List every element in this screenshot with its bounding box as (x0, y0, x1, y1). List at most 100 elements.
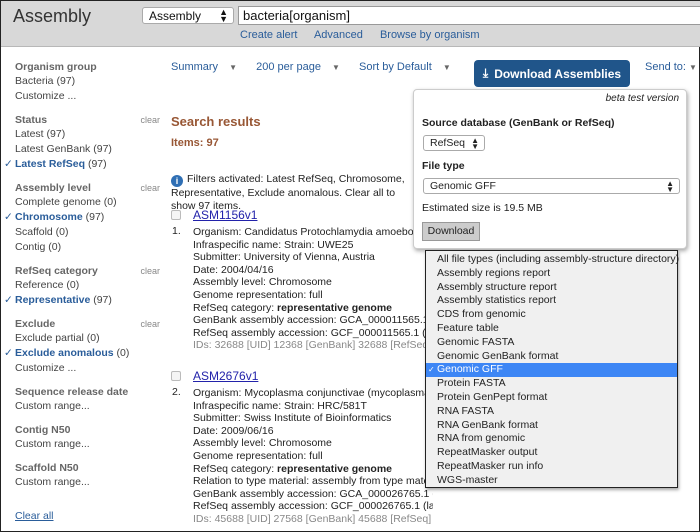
facet-item[interactable]: Custom range... (15, 475, 155, 490)
result-detail-line: Date: 2009/06/16 (193, 424, 274, 437)
result-title-link[interactable]: ASM2676v1 (193, 369, 258, 383)
result-detail-line: RefSeq assembly accession: GCF_000026765… (193, 500, 433, 513)
search-results-title: Search results (171, 114, 261, 129)
download-assemblies-label: Download Assemblies (494, 66, 622, 81)
result-title-link[interactable]: ASM1156v1 (193, 208, 257, 222)
file-type-option[interactable]: RNA from genomic (426, 432, 677, 446)
facet-item[interactable]: Latest RefSeq (97) (4, 157, 155, 172)
facet-item[interactable]: Customize ... (15, 361, 155, 376)
items-count: Items: 97 (171, 137, 219, 149)
facet-title: Contig N50 (15, 423, 155, 437)
facet-item[interactable]: Latest GenBank (97) (15, 142, 155, 157)
send-to-label: Send to: (645, 61, 686, 73)
file-type-option[interactable]: CDS from genomic (426, 308, 677, 322)
result-detail-line: Relation to type material: assembly from… (193, 475, 433, 488)
download-button[interactable]: Download (422, 222, 480, 241)
file-type-option[interactable]: Assembly structure report (426, 281, 677, 295)
facet-item[interactable]: Reference (0) (15, 278, 155, 293)
summary-menu[interactable]: Summary ▼ (171, 61, 245, 73)
facet-item[interactable]: Complete genome (0) (15, 195, 155, 210)
create-alert-link[interactable]: Create alert (240, 29, 297, 41)
facet-item[interactable]: Customize ... (15, 89, 155, 104)
select-arrows-icon: ▲ ▼ (471, 136, 479, 151)
facet-item-label: Custom range... (15, 476, 90, 488)
file-type-option[interactable]: Protein GenPept format (426, 391, 677, 405)
file-type-option[interactable]: Genomic GFF (426, 363, 677, 378)
facet-item[interactable]: Bacteria (97) (15, 74, 155, 89)
facet-item-label: Exclude anomalous (15, 347, 114, 359)
select-arrows-icon: ▲ ▼ (219, 7, 228, 24)
search-input[interactable]: bacteria[organism] (238, 6, 700, 25)
facet-clear-link[interactable]: clear (140, 181, 160, 195)
database-select[interactable]: Assembly ▲ ▼ (142, 7, 234, 24)
file-type-option[interactable]: Genomic FASTA (426, 336, 677, 350)
result-detail-line: Infraspecific name: Strain: UWE25 (193, 238, 354, 251)
facet-item[interactable]: Scaffold (0) (15, 225, 155, 240)
facet-title: Scaffold N50 (15, 461, 155, 475)
facet-item-count: (0) (103, 196, 117, 208)
clear-all-link[interactable]: Clear all (15, 510, 54, 522)
result-detail-line: GenBank assembly accession: GCA_00002676… (193, 487, 433, 500)
per-page-menu[interactable]: 200 per page ▼ (256, 61, 348, 73)
facet-item[interactable]: Custom range... (15, 437, 155, 452)
facet-clear-link[interactable]: clear (140, 264, 160, 278)
facet-clear-link[interactable]: clear (140, 317, 160, 331)
file-type-option[interactable]: Genomic GenBank format (426, 350, 677, 364)
result-detail-line: Assembly level: Chromosome (193, 437, 332, 450)
facet-item[interactable]: Custom range... (15, 399, 155, 414)
app-title: Assembly (13, 6, 92, 26)
download-assemblies-button[interactable]: ⤓ Download Assemblies (474, 60, 630, 87)
file-type-option[interactable]: RepeatMasker output (426, 446, 677, 460)
detail-label: RefSeq category: (193, 301, 278, 314)
result-details: Organism: Candidatus Protochlamydia amoe… (193, 226, 433, 352)
send-to-menu[interactable]: Send to: ▼ (645, 61, 697, 73)
facet-item-label: Bacteria (15, 75, 54, 87)
result-ids: IDs: 32688 [UID] 12368 [GenBank] 32688 [… (193, 339, 432, 352)
file-type-value: Genomic GFF (430, 180, 496, 192)
facet-title-text: RefSeq category (15, 265, 98, 277)
facet-group: Sequence release date Custom range... (15, 385, 155, 414)
source-database-select[interactable]: RefSeq ▲ ▼ (423, 135, 485, 151)
result-checkbox[interactable] (171, 371, 181, 381)
advanced-link[interactable]: Advanced (314, 29, 363, 41)
facet-group: Scaffold N50 Custom range... (15, 461, 155, 490)
facet-title-text: Organism group (15, 61, 97, 73)
facet-item[interactable]: Representative (97) (4, 293, 155, 308)
facet-title: Organism group (15, 60, 155, 74)
facet-title-text: Status (15, 114, 48, 126)
file-type-option[interactable]: All file types (including assembly-struc… (426, 253, 679, 267)
file-type-option[interactable]: WGS-master (426, 474, 677, 488)
per-page-label: 200 per page (256, 61, 321, 73)
facet-group: Contig N50 Custom range... (15, 423, 155, 452)
facet-item[interactable]: Exclude partial (0) (15, 331, 155, 346)
source-database-value: RefSeq (430, 137, 466, 149)
browse-by-organism-link[interactable]: Browse by organism (380, 29, 480, 41)
facet-item[interactable]: Latest (97) (15, 127, 155, 142)
facet-title: Assembly level clear (15, 181, 160, 195)
filter-note-text: Filters activated: Latest RefSeq, Chromo… (171, 173, 405, 212)
facet-item[interactable]: Chromosome (97) (4, 210, 155, 225)
facet-clear-link[interactable]: clear (140, 113, 160, 127)
file-type-option[interactable]: Protein FASTA (426, 377, 677, 391)
file-type-option[interactable]: Feature table (426, 322, 677, 336)
result-detail-line: GenBank assembly accession: GCA_00001156… (193, 314, 433, 327)
display-toolbar: Summary ▼ 200 per page ▼ Sort by Default… (171, 61, 467, 73)
file-type-option[interactable]: Assembly regions report (426, 267, 677, 281)
result-detail-line: RefSeq category: representative genome (193, 463, 433, 476)
file-type-select[interactable]: Genomic GFF ▲ ▼ (423, 178, 680, 194)
filter-note: i Filters activated: Latest RefSeq, Chrom… (171, 173, 421, 213)
result-checkbox[interactable] (171, 210, 181, 220)
facet-item[interactable]: Contig (0) (15, 240, 155, 255)
beta-label: beta test version (605, 93, 679, 104)
facet-item-label: Customize ... (15, 362, 77, 374)
facet-item-count: (0) (66, 279, 80, 291)
file-type-option[interactable]: RNA GenBank format (426, 419, 677, 433)
facet-item[interactable]: Exclude anomalous (0) (4, 346, 155, 361)
result-ids: IDs: 45688 [UID] 27568 [GenBank] 45688 [… (193, 512, 432, 525)
file-type-option[interactable]: RepeatMasker run info (426, 460, 677, 474)
file-type-option[interactable]: RNA FASTA (426, 405, 677, 419)
file-type-option[interactable]: Assembly statistics report (426, 294, 677, 308)
sort-menu[interactable]: Sort by Default ▼ (359, 61, 459, 73)
result-details: Organism: Mycoplasma conjunctivae (mycop… (193, 387, 433, 526)
estimated-size: Estimated size is 19.5 MB (422, 202, 543, 214)
